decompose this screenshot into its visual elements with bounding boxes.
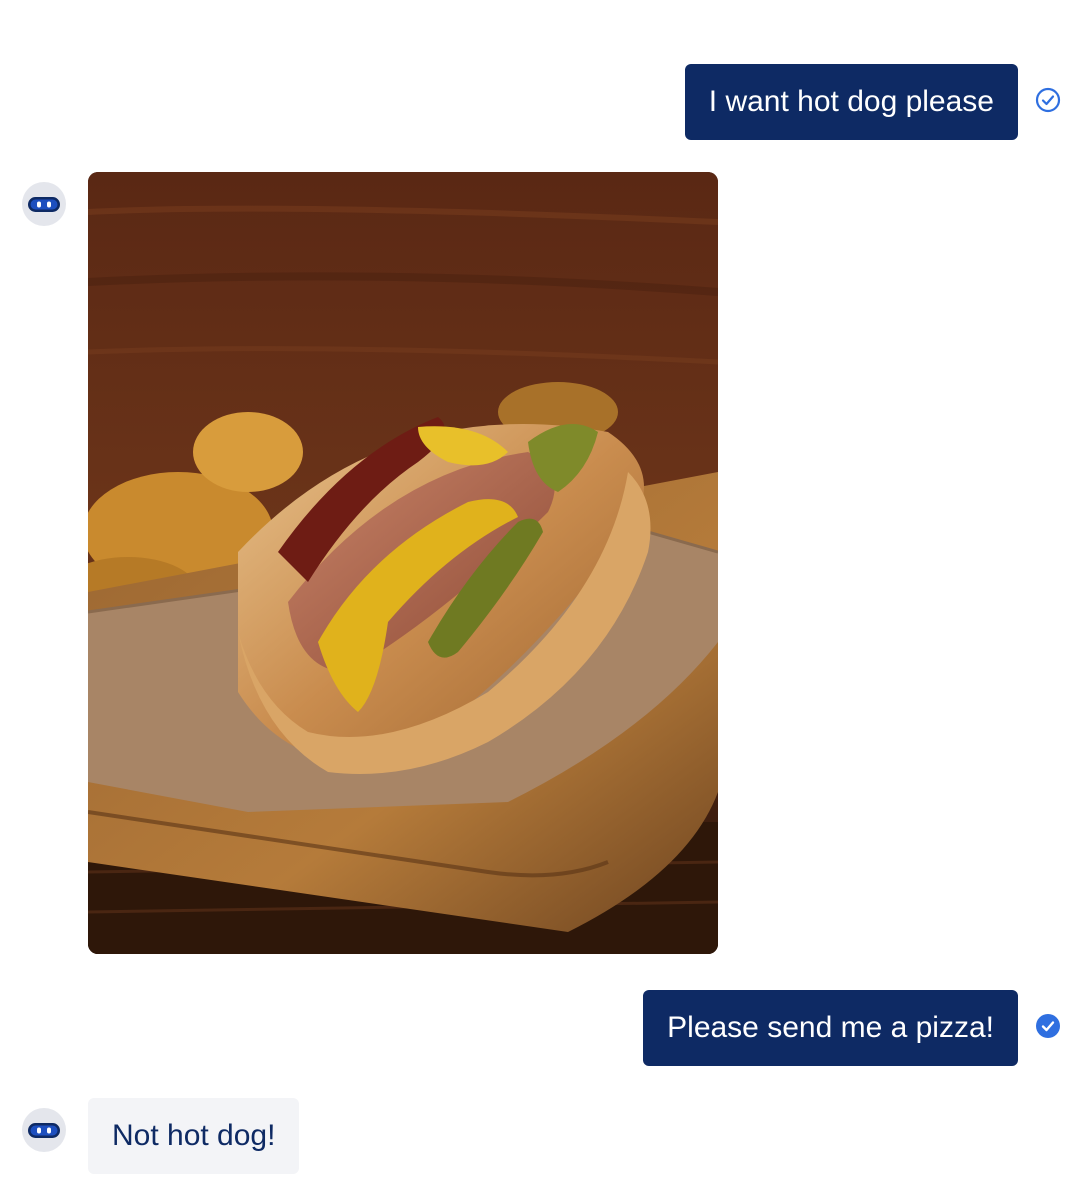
bot-avatar [22,182,66,226]
bot-message-bubble: Not hot dog! [88,1098,300,1174]
check-circle-filled-icon [1036,1014,1060,1038]
check-circle-outline-icon [1035,87,1061,113]
hot-dog-photo [88,172,718,954]
message-text: Please send me a pizza! [667,1011,994,1044]
robot-icon [28,1123,60,1138]
message-text: I want hot dog please [708,85,994,118]
bot-avatar [22,1108,66,1152]
user-message-bubble: Please send me a pizza! [643,990,1018,1066]
robot-icon [28,197,60,212]
user-message-bubble: I want hot dog please [684,64,1018,140]
message-text: Not hot dog! [112,1119,276,1152]
hot-dog-image[interactable] [88,172,718,954]
